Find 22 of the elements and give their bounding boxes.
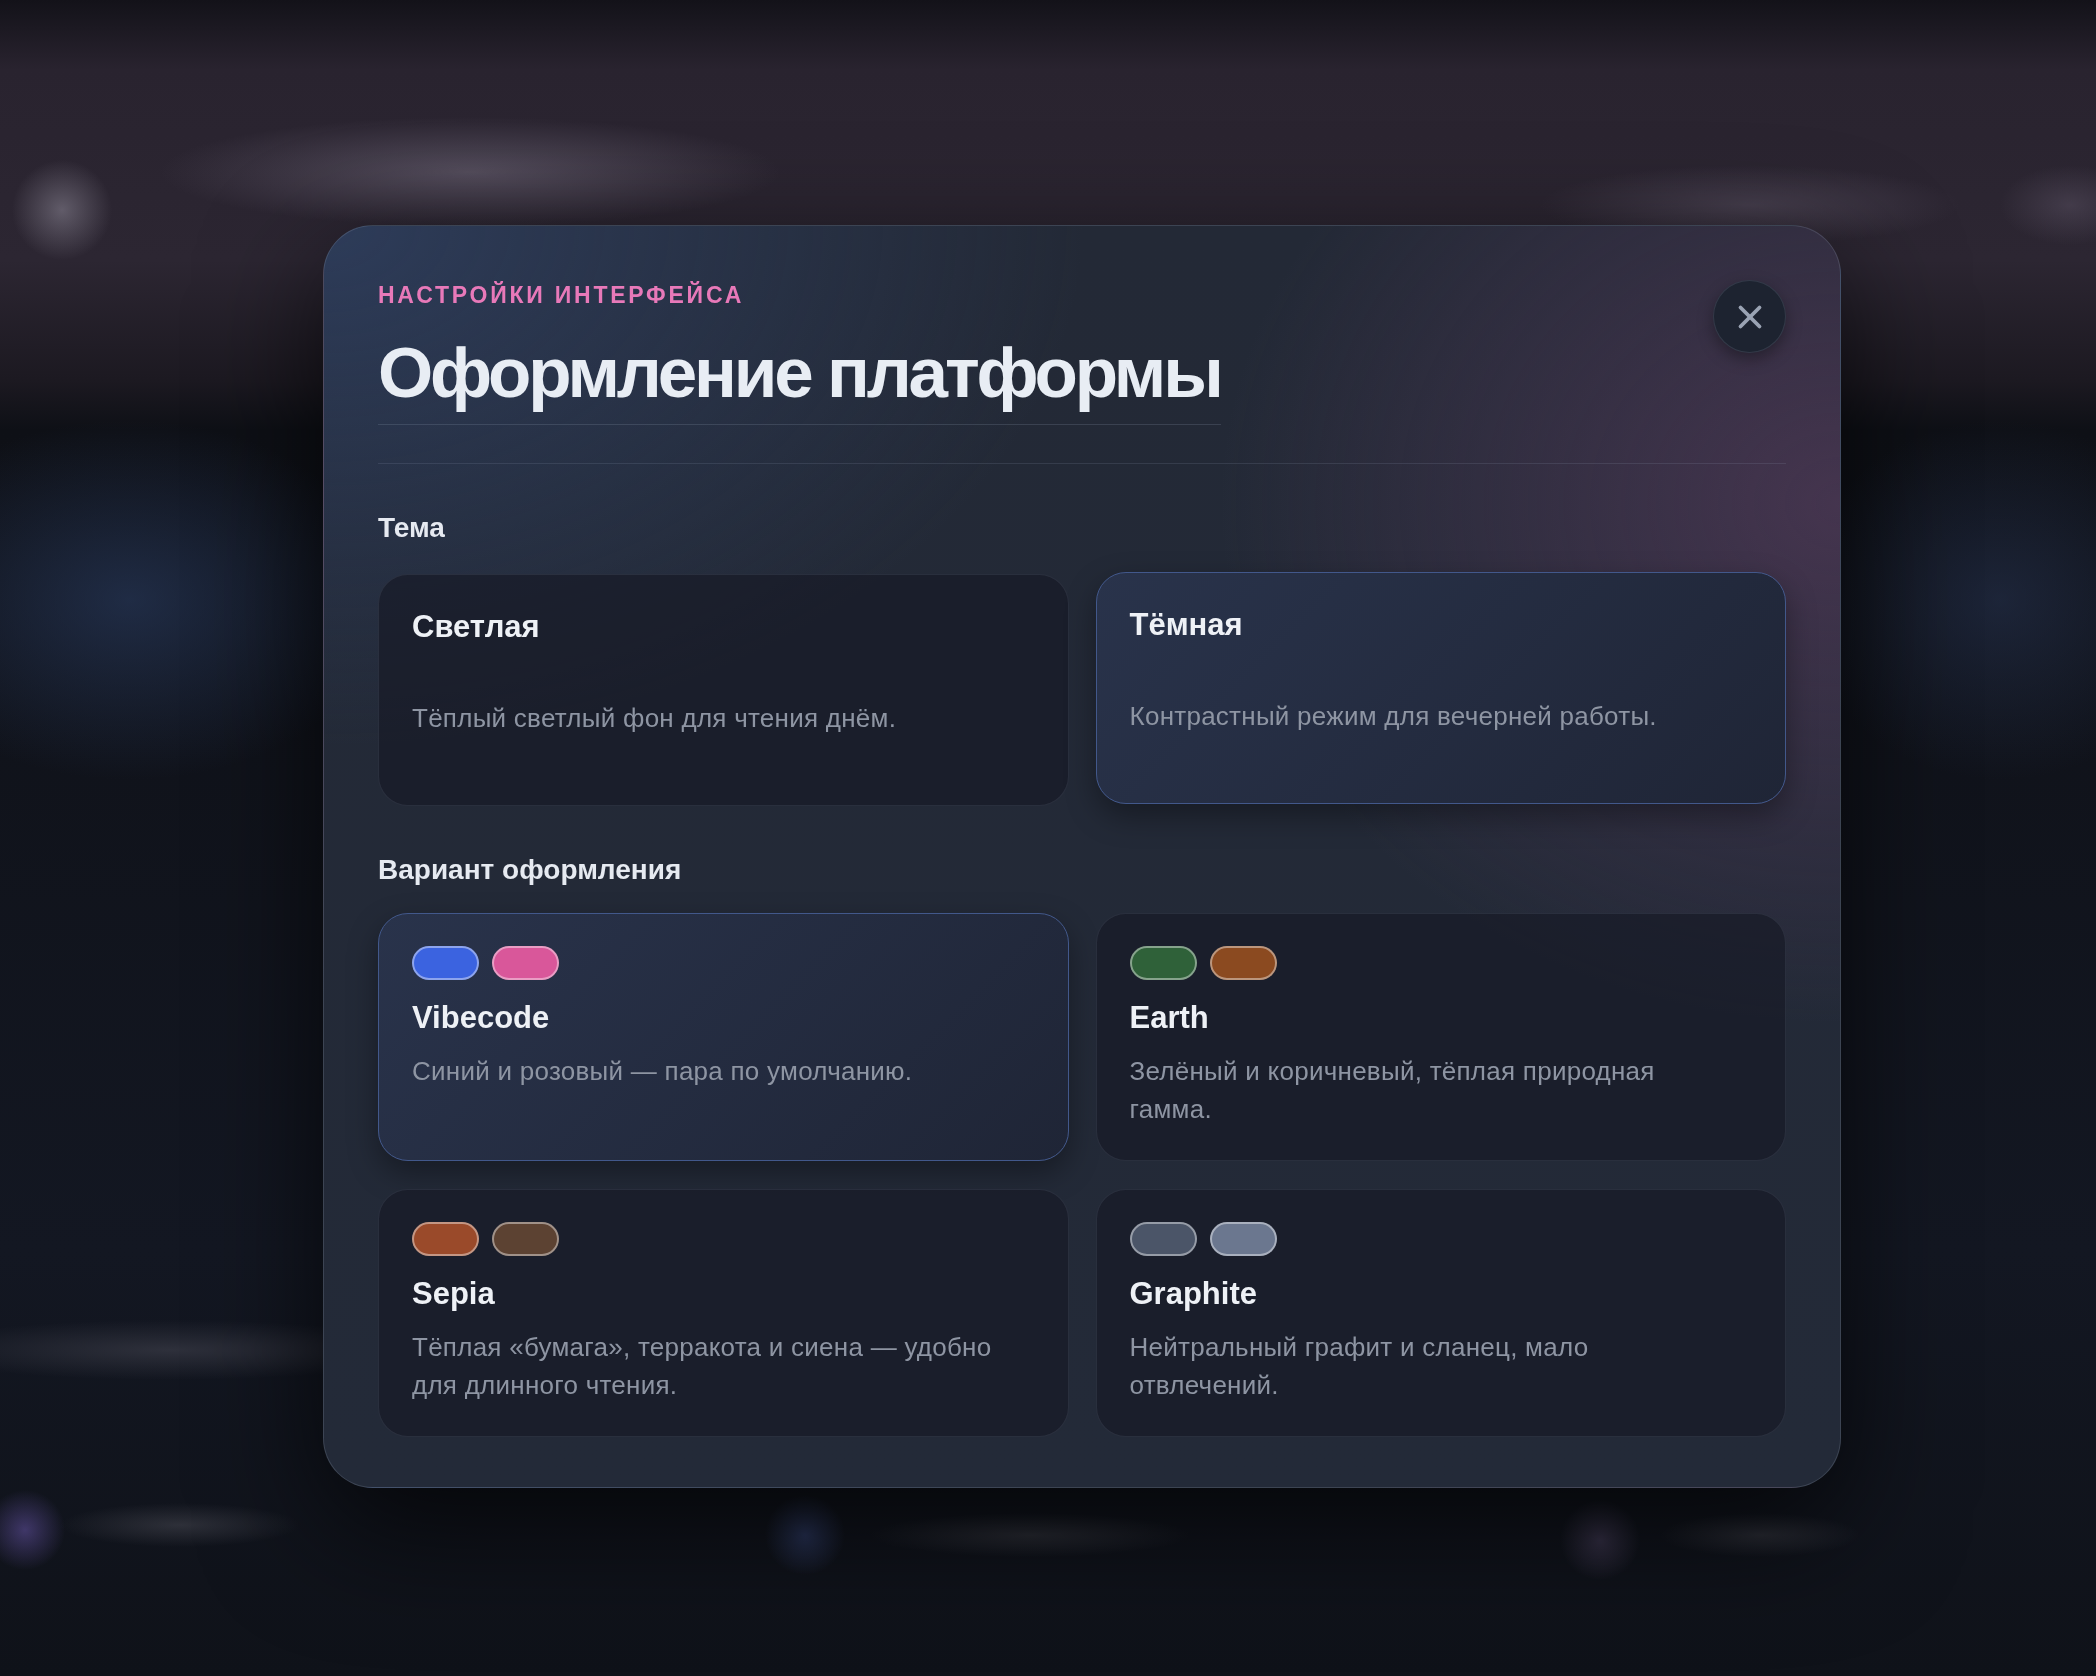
card-description: Тёплый светлый фон для чтения днём. <box>412 702 898 735</box>
card-title: Светлая <box>412 608 541 646</box>
card-title: Sepia <box>412 1275 496 1313</box>
palette-card[interactable]: Earth Зелёный и коричневый, тёплая природная гамма. <box>1095 913 1786 1161</box>
card-title: Graphite <box>1129 1275 1258 1313</box>
palette-card[interactable]: Graphite Нейтральный графит и сланец, мало отвлечений. <box>1095 1189 1786 1437</box>
palette-card[interactable]: Sepia Тёплая «бумага», терракота и сиена — удобно для длинного чтения. <box>378 1189 1069 1437</box>
section-label: Тема <box>378 511 446 545</box>
theme-card[interactable]: Светлая Тёплый светлый фон для чтения днём. <box>378 574 1069 806</box>
dialog-eyebrow: НАСТРОЙКИ ИНТЕРФЕЙСА <box>378 280 745 310</box>
theme-card[interactable]: Тёмная Контрастный режим для вечерней работы. <box>1095 572 1786 804</box>
section-label: Вариант оформления <box>378 853 683 887</box>
card-description: Зелёный и коричневый, тёплая природная гамма. <box>1129 1055 1656 1126</box>
card-description: Тёплая «бумага», терракота и сиена — удобно для длинного чтения. <box>412 1331 993 1402</box>
card-description: Синий и розовый — пара по умолчанию. <box>412 1055 914 1088</box>
dialog-title: Оформление платформы <box>378 330 1221 425</box>
card-title: Тёмная <box>1129 606 1244 644</box>
card-title: Earth <box>1129 999 1210 1037</box>
palette-card[interactable]: Vibecode Синий и розовый — пара по умолчанию. <box>378 913 1069 1161</box>
card-description: Нейтральный графит и сланец, мало отвлечений. <box>1129 1331 1590 1402</box>
card-title: Vibecode <box>412 999 551 1037</box>
card-description: Контрастный режим для вечерней работы. <box>1129 700 1658 733</box>
